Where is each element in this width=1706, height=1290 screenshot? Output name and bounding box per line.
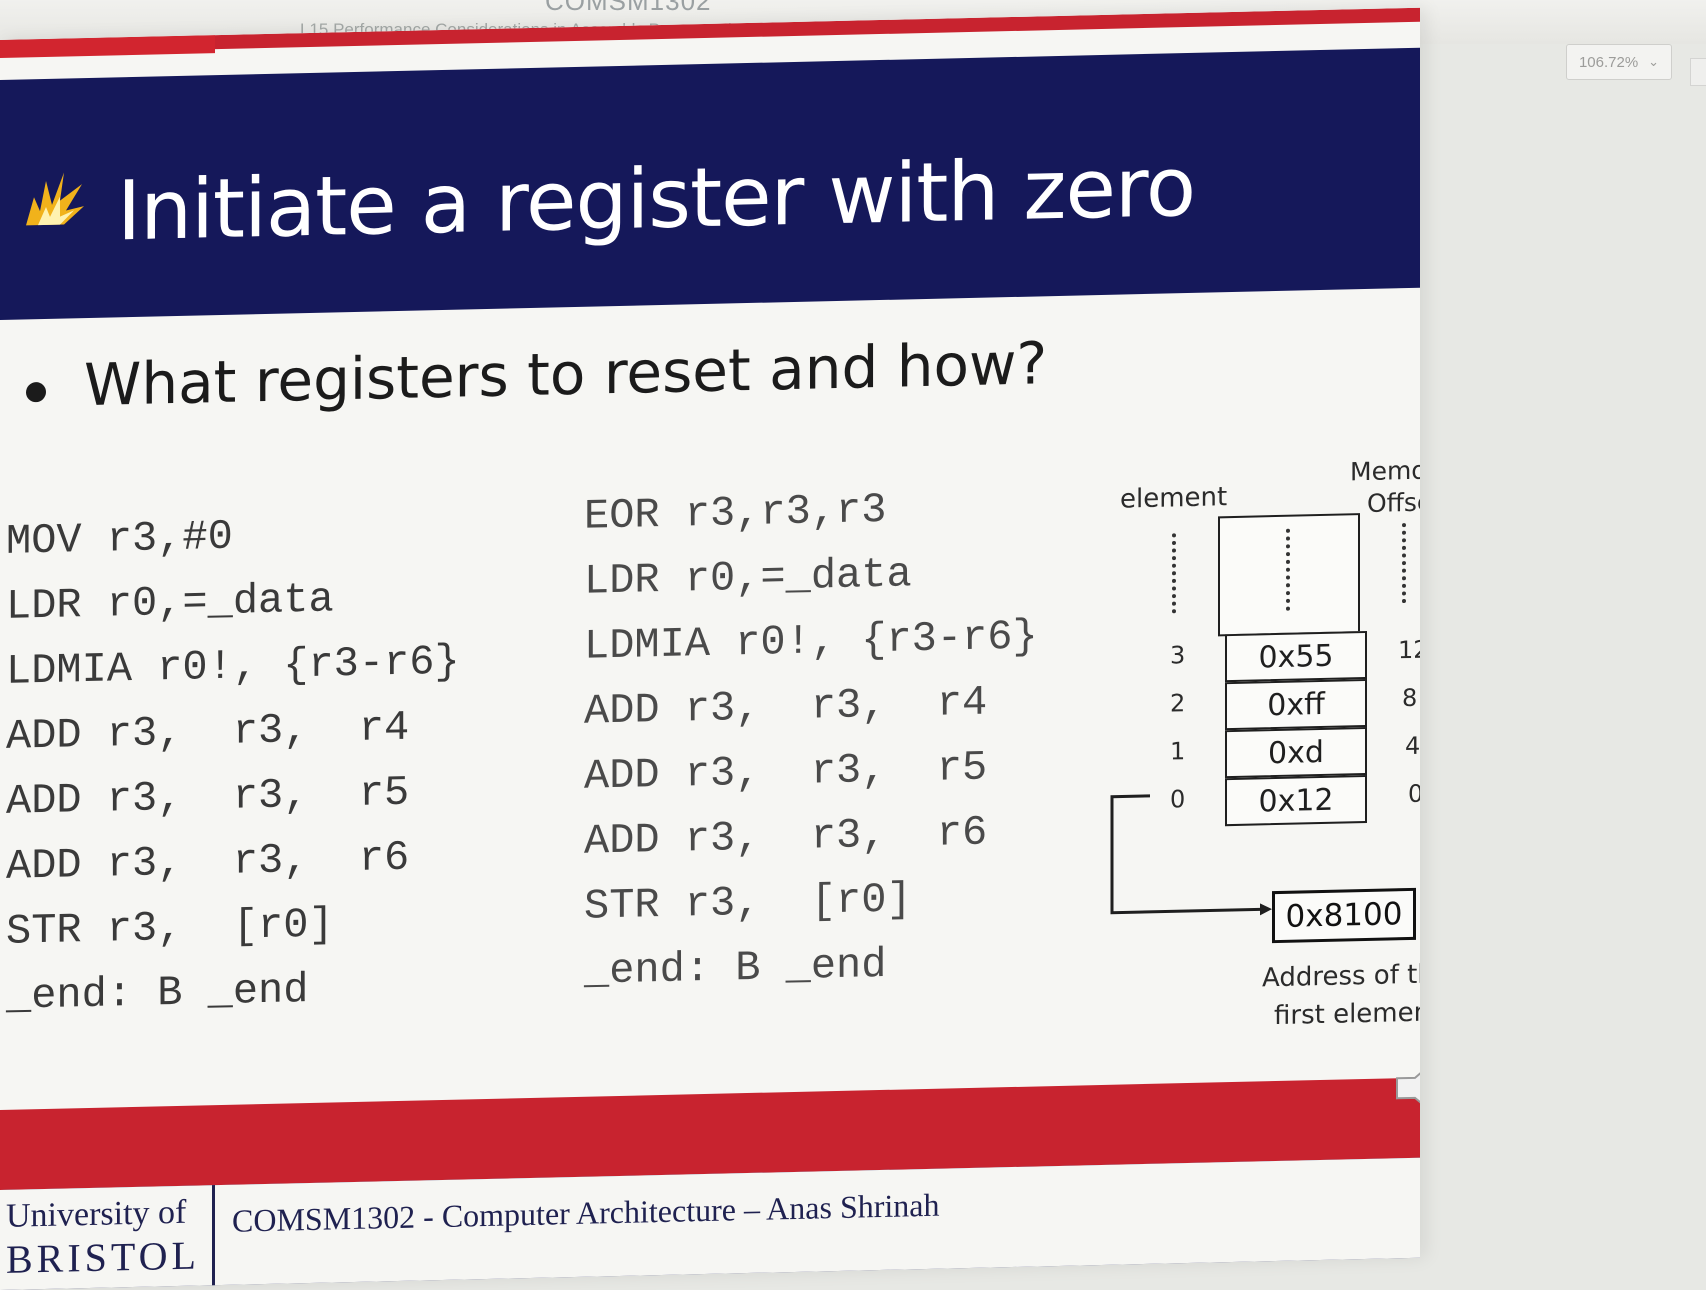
footer-divider [212, 1185, 215, 1290]
code-line: ADD r3, r3, r4 [6, 703, 410, 761]
flame-logo-icon [26, 172, 84, 226]
code-line: ADD r3, r3, r5 [6, 768, 410, 826]
memory-cell: 0x55 [1225, 630, 1367, 683]
code-block-mov: MOV r3,#0 LDR r0,=_data LDMIA r0!, {r3-r… [6, 500, 460, 1030]
code-line: LDMIA r0!, {r3-r6} [584, 612, 1038, 671]
chevron-down-icon: ⌄ [1648, 54, 1660, 69]
viewer-course-title: COMSM1302 [545, 0, 712, 16]
code-line: LDMIA r0!, {r3-r6} [6, 637, 460, 696]
element-index: 3 [1170, 641, 1186, 670]
memory-ellipsis [1286, 528, 1290, 611]
code-line: ADD r3, r3, r4 [584, 678, 988, 736]
code-line: LDR r0,=_data [584, 550, 912, 606]
memory-offset-label-1: Memory [1350, 455, 1420, 487]
memory-offset-value: 4 [1405, 731, 1420, 761]
element-index: 2 [1170, 689, 1186, 718]
toolbar-button-partial[interactable] [1690, 58, 1706, 86]
top-red-strip-left [0, 35, 215, 58]
speaker-icon[interactable] [1393, 1047, 1420, 1129]
code-line: EOR r3,r3,r3 [584, 485, 887, 541]
element-ellipsis [1172, 533, 1176, 614]
memory-cell: 0xff [1225, 678, 1367, 731]
offset-ellipsis [1402, 523, 1406, 604]
memory-offset-value: 8 [1402, 683, 1418, 713]
register-r0-box: 0x8100 [1272, 887, 1416, 944]
bullet-point-icon [26, 381, 46, 403]
element-column-label: element [1120, 482, 1228, 515]
code-line: ADD r3, r3, r6 [6, 833, 410, 891]
zoom-select[interactable]: 106.72% ⌄ [1566, 44, 1672, 80]
code-line: ADD r3, r3, r6 [584, 808, 988, 866]
university-logo-line1: University of [6, 1193, 187, 1235]
memory-cell: 0xd [1225, 726, 1367, 779]
memory-offset-value: 0 [1408, 779, 1420, 809]
code-line: MOV r3,#0 [6, 512, 233, 566]
code-line: _end: B _end [584, 940, 887, 996]
memory-offset-label-2: Offset [1367, 487, 1420, 518]
code-line: _end: B _end [6, 966, 309, 1021]
bullet-question: What registers to reset and how? [84, 329, 1048, 420]
zoom-value: 106.72% [1578, 53, 1639, 71]
code-block-eor: EOR r3,r3,r3 LDR r0,=_data LDMIA r0!, {r… [584, 474, 1038, 1004]
code-line: LDR r0,=_data [6, 575, 334, 631]
pointer-arrow-icon [1110, 794, 1272, 916]
address-caption-1: Address of the [1262, 959, 1420, 994]
code-line: ADD r3, r3, r5 [584, 743, 988, 801]
university-logo-line2: BRISTOL [6, 1232, 200, 1282]
memory-offset-value: 12 [1398, 635, 1420, 665]
address-caption-2: first element [1274, 997, 1420, 1032]
code-line: STR r3, [r0] [584, 875, 912, 931]
element-index: 1 [1170, 737, 1186, 766]
slide-page: Initiate a register with zero What regis… [0, 7, 1420, 1290]
code-line: STR r3, [r0] [6, 900, 334, 956]
